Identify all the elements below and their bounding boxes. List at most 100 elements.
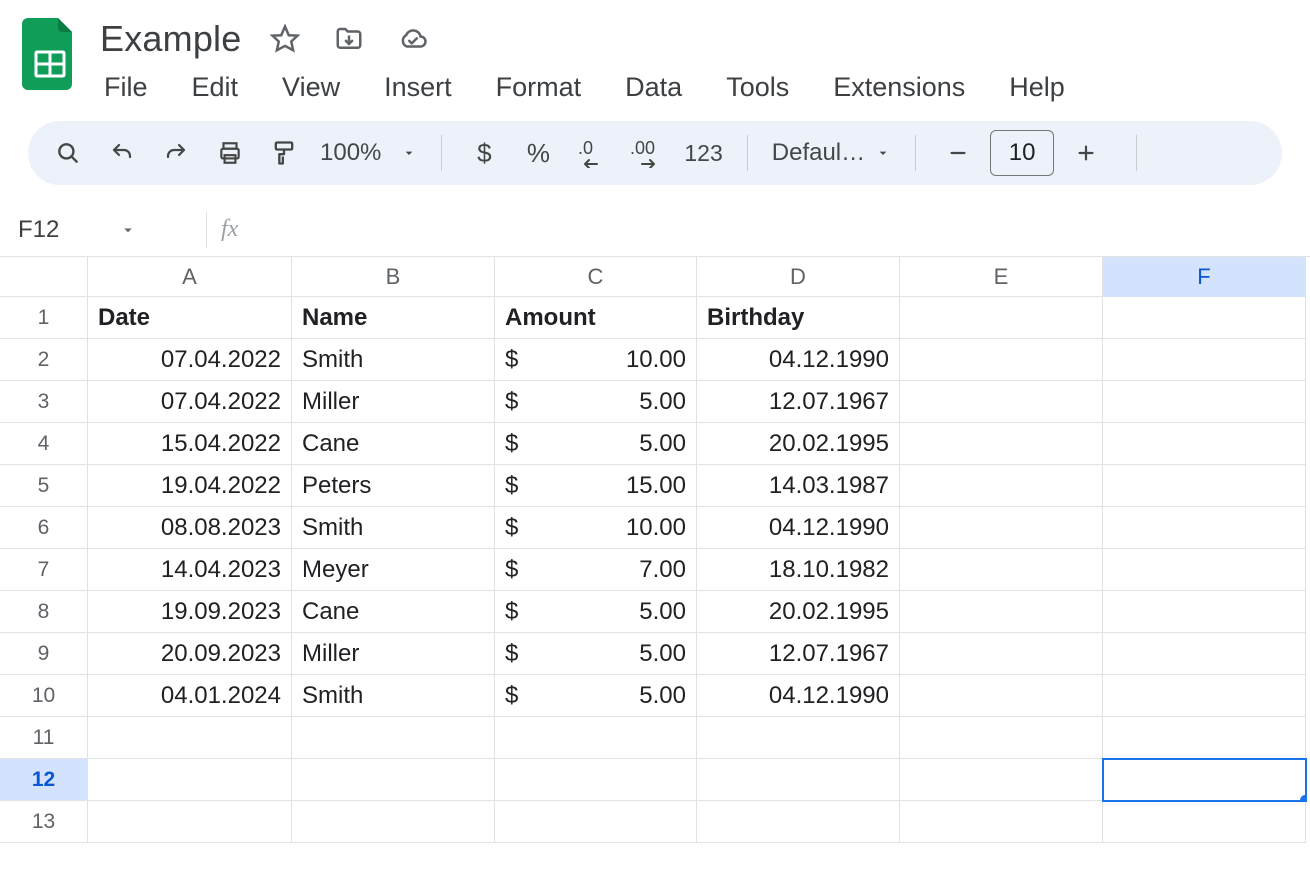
print-icon[interactable] [212, 133, 248, 173]
search-menus-icon[interactable] [50, 133, 86, 173]
cell-F3[interactable] [1103, 381, 1306, 423]
cell-C1[interactable]: Amount [495, 297, 697, 339]
star-icon[interactable] [267, 21, 303, 57]
cell-D11[interactable] [697, 717, 900, 759]
menu-extensions[interactable]: Extensions [829, 70, 969, 105]
percent-format-button[interactable]: % [520, 133, 556, 173]
menu-data[interactable]: Data [621, 70, 686, 105]
menu-view[interactable]: View [278, 70, 344, 105]
cell-C7[interactable]: $7.00 [495, 549, 697, 591]
cell-A9[interactable]: 20.09.2023 [88, 633, 292, 675]
row-header[interactable]: 5 [0, 465, 88, 507]
decrease-decimals-icon[interactable]: .0 [574, 133, 610, 173]
zoom-dropdown[interactable]: 100% [320, 139, 417, 167]
menu-format[interactable]: Format [492, 70, 586, 105]
cloud-status-icon[interactable] [395, 21, 431, 57]
cell-B4[interactable]: Cane [292, 423, 495, 465]
cell-E5[interactable] [900, 465, 1103, 507]
redo-icon[interactable] [158, 133, 194, 173]
cell-B10[interactable]: Smith [292, 675, 495, 717]
increase-font-size-button[interactable] [1068, 133, 1104, 173]
cell-B2[interactable]: Smith [292, 339, 495, 381]
cell-F12[interactable] [1103, 759, 1306, 801]
font-family-dropdown[interactable]: Defaul… [772, 139, 891, 167]
row-header[interactable]: 4 [0, 423, 88, 465]
column-header-E[interactable]: E [900, 257, 1103, 297]
cell-C8[interactable]: $5.00 [495, 591, 697, 633]
decrease-font-size-button[interactable] [940, 133, 976, 173]
column-header-A[interactable]: A [88, 257, 292, 297]
menu-tools[interactable]: Tools [722, 70, 793, 105]
cell-F10[interactable] [1103, 675, 1306, 717]
cell-E6[interactable] [900, 507, 1103, 549]
cell-C13[interactable] [495, 801, 697, 843]
cell-A12[interactable] [88, 759, 292, 801]
cell-F2[interactable] [1103, 339, 1306, 381]
cell-E2[interactable] [900, 339, 1103, 381]
cell-F5[interactable] [1103, 465, 1306, 507]
cell-A6[interactable]: 08.08.2023 [88, 507, 292, 549]
cell-B13[interactable] [292, 801, 495, 843]
paint-format-icon[interactable] [266, 133, 302, 173]
font-size-input[interactable] [990, 130, 1054, 176]
cell-A11[interactable] [88, 717, 292, 759]
cell-C6[interactable]: $10.00 [495, 507, 697, 549]
document-title[interactable]: Example [100, 18, 241, 60]
row-header[interactable]: 9 [0, 633, 88, 675]
cell-E12[interactable] [900, 759, 1103, 801]
column-header-F[interactable]: F [1103, 257, 1306, 297]
select-all-corner[interactable] [0, 257, 88, 297]
increase-decimals-icon[interactable]: .00 [628, 133, 666, 173]
cell-A3[interactable]: 07.04.2022 [88, 381, 292, 423]
menu-edit[interactable]: Edit [188, 70, 243, 105]
cell-D9[interactable]: 12.07.1967 [697, 633, 900, 675]
cell-A8[interactable]: 19.09.2023 [88, 591, 292, 633]
cell-C10[interactable]: $5.00 [495, 675, 697, 717]
cell-E13[interactable] [900, 801, 1103, 843]
cell-A7[interactable]: 14.04.2023 [88, 549, 292, 591]
cell-F13[interactable] [1103, 801, 1306, 843]
cell-E7[interactable] [900, 549, 1103, 591]
cell-E4[interactable] [900, 423, 1103, 465]
undo-icon[interactable] [104, 133, 140, 173]
more-formats-button[interactable]: 123 [684, 133, 722, 173]
row-header[interactable]: 7 [0, 549, 88, 591]
cell-A2[interactable]: 07.04.2022 [88, 339, 292, 381]
row-header[interactable]: 3 [0, 381, 88, 423]
name-box[interactable]: F12 [12, 216, 202, 244]
cell-F11[interactable] [1103, 717, 1306, 759]
cell-C2[interactable]: $10.00 [495, 339, 697, 381]
cell-B6[interactable]: Smith [292, 507, 495, 549]
cell-E9[interactable] [900, 633, 1103, 675]
column-header-D[interactable]: D [697, 257, 900, 297]
cell-F1[interactable] [1103, 297, 1306, 339]
cell-E1[interactable] [900, 297, 1103, 339]
cell-B9[interactable]: Miller [292, 633, 495, 675]
cell-D1[interactable]: Birthday [697, 297, 900, 339]
cell-E3[interactable] [900, 381, 1103, 423]
sheets-logo[interactable] [22, 18, 78, 90]
cell-E8[interactable] [900, 591, 1103, 633]
cell-D12[interactable] [697, 759, 900, 801]
row-header[interactable]: 8 [0, 591, 88, 633]
column-header-B[interactable]: B [292, 257, 495, 297]
column-header-C[interactable]: C [495, 257, 697, 297]
cell-F4[interactable] [1103, 423, 1306, 465]
cell-B3[interactable]: Miller [292, 381, 495, 423]
row-header[interactable]: 11 [0, 717, 88, 759]
cell-D13[interactable] [697, 801, 900, 843]
row-header[interactable]: 12 [0, 759, 88, 801]
row-header[interactable]: 1 [0, 297, 88, 339]
cell-C5[interactable]: $15.00 [495, 465, 697, 507]
cell-D10[interactable]: 04.12.1990 [697, 675, 900, 717]
row-header[interactable]: 10 [0, 675, 88, 717]
cell-B11[interactable] [292, 717, 495, 759]
cell-E10[interactable] [900, 675, 1103, 717]
cell-D7[interactable]: 18.10.1982 [697, 549, 900, 591]
menu-file[interactable]: File [100, 70, 152, 105]
row-header[interactable]: 13 [0, 801, 88, 843]
cell-F8[interactable] [1103, 591, 1306, 633]
cell-C3[interactable]: $5.00 [495, 381, 697, 423]
cell-A4[interactable]: 15.04.2022 [88, 423, 292, 465]
cell-D4[interactable]: 20.02.1995 [697, 423, 900, 465]
